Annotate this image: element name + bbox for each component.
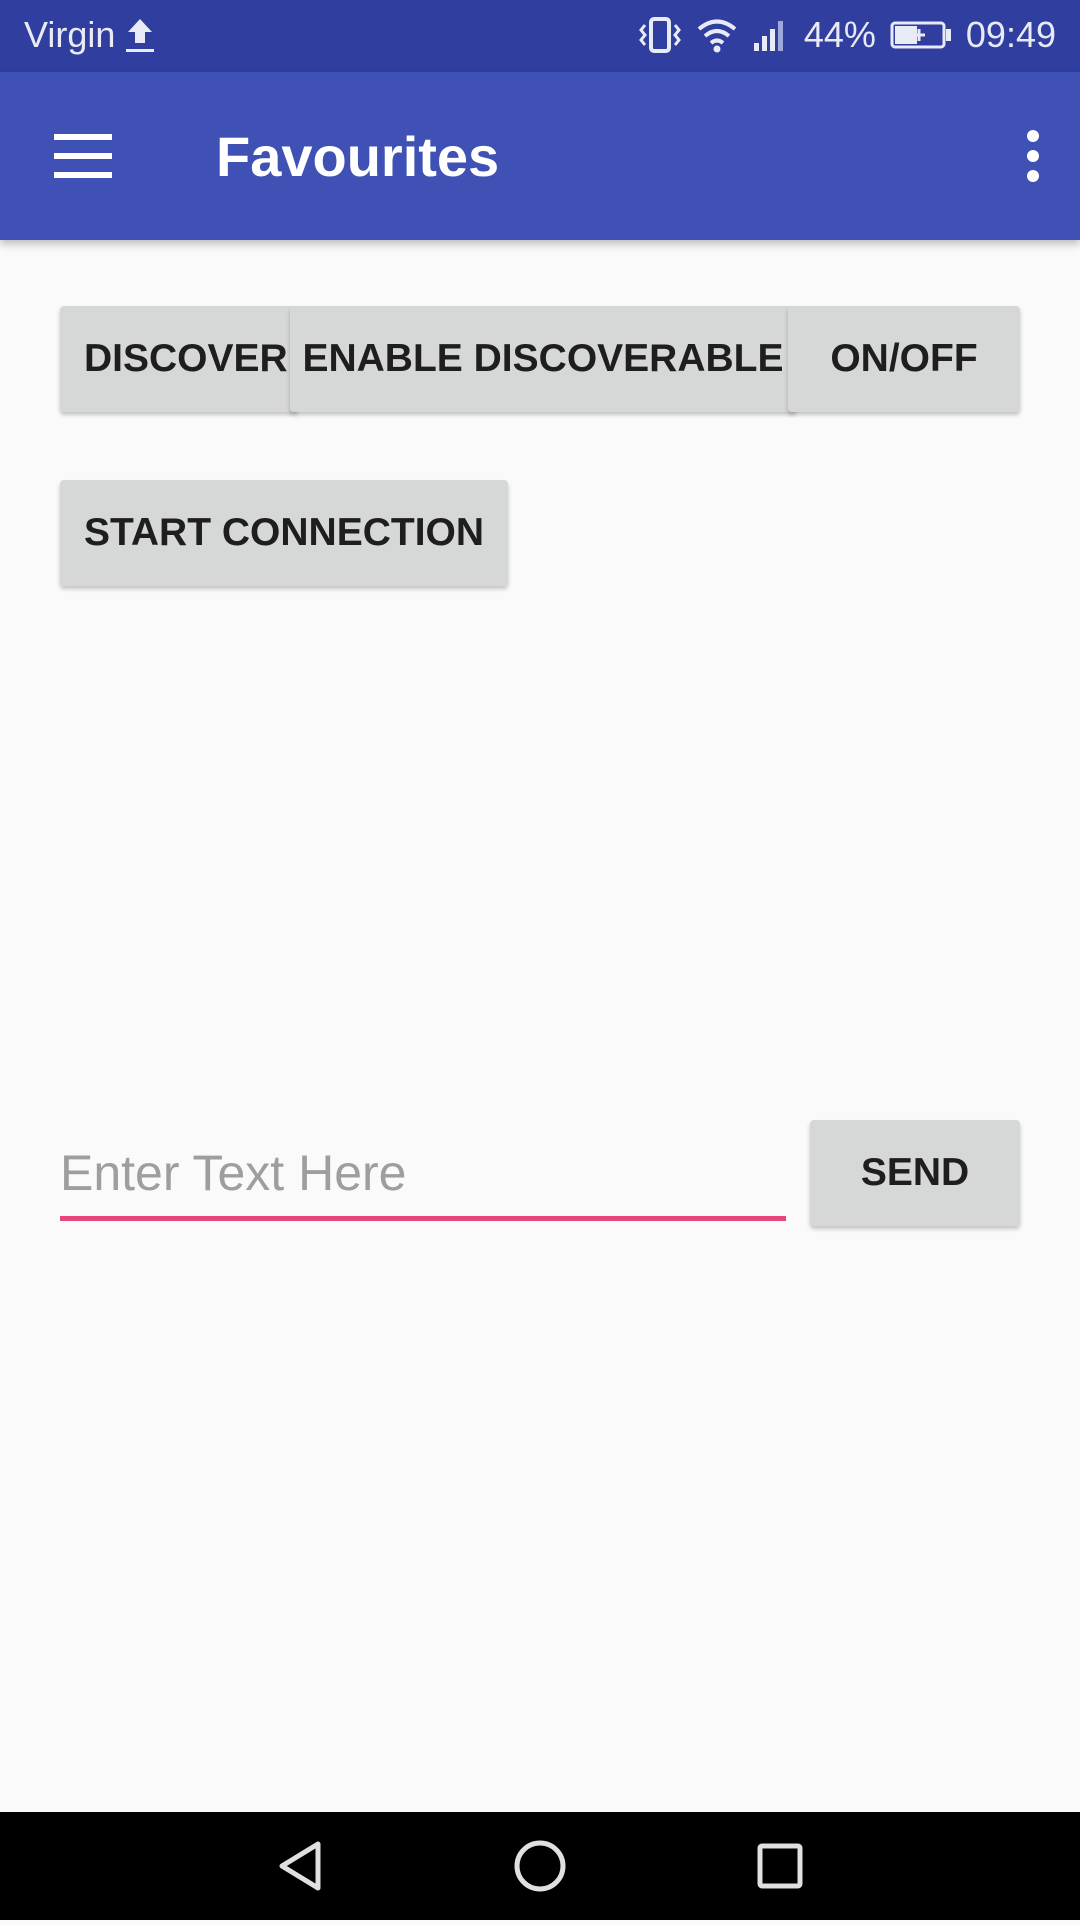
recents-icon[interactable] bbox=[726, 1812, 834, 1920]
battery-charging-icon bbox=[890, 20, 952, 50]
enable-discoverable-button[interactable]: ENABLE DISCOVERABLE bbox=[290, 306, 796, 412]
message-input[interactable] bbox=[60, 1130, 786, 1221]
home-icon[interactable] bbox=[486, 1812, 594, 1920]
more-vert-icon[interactable] bbox=[1016, 128, 1050, 184]
status-left: Virgin bbox=[24, 14, 157, 56]
send-button[interactable]: SEND bbox=[810, 1120, 1020, 1226]
vibrate-icon bbox=[638, 17, 682, 53]
menu-icon[interactable] bbox=[54, 132, 112, 180]
page-title: Favourites bbox=[216, 125, 500, 188]
status-right: 44% 09:49 bbox=[638, 14, 1056, 56]
upload-icon bbox=[123, 15, 157, 55]
battery-percent: 44% bbox=[803, 14, 876, 55]
start-connection-button[interactable]: START CONNECTION bbox=[60, 480, 508, 586]
navigation-bar bbox=[0, 1812, 1080, 1920]
discover-button[interactable]: DISCOVER bbox=[60, 306, 298, 412]
clock: 09:49 bbox=[965, 14, 1056, 55]
carrier-label: Virgin bbox=[24, 14, 116, 55]
wifi-icon bbox=[696, 17, 738, 53]
back-icon[interactable] bbox=[246, 1812, 354, 1920]
signal-icon bbox=[752, 17, 790, 53]
on-off-button[interactable]: ON/OFF bbox=[788, 306, 1020, 412]
app-bar: Favourites bbox=[0, 72, 1080, 240]
status-bar: Virgin 44% 09:49 bbox=[0, 0, 1080, 72]
